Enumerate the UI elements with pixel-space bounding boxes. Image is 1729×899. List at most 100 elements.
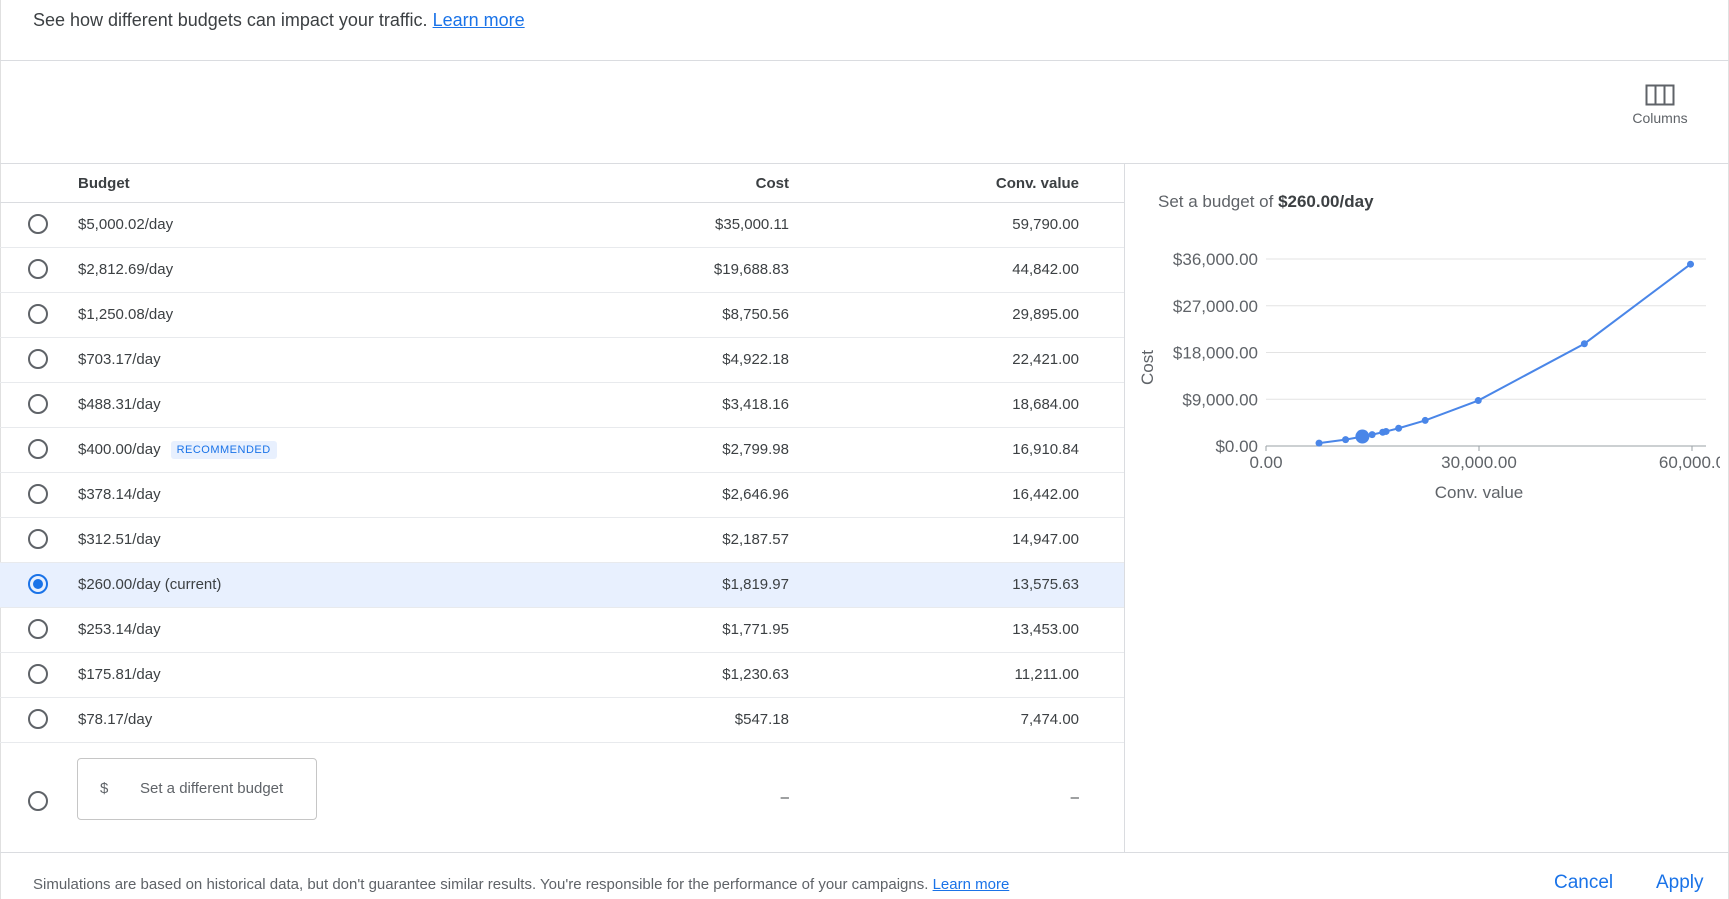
budget-value: $175.81/day — [78, 666, 161, 683]
custom-budget-placeholder: Set a different budget — [140, 780, 284, 797]
series-line — [1318, 263, 1692, 445]
custom-cost: – — [780, 789, 789, 806]
x-tick-label: 60,000.0 — [1659, 453, 1720, 472]
columns-icon — [1645, 84, 1675, 106]
cost-cell: $2,646.96 — [722, 486, 789, 503]
table-row[interactable]: $260.00/day (current) $1,819.97 13,575.63 — [0, 563, 1124, 608]
table-row[interactable]: $488.31/day $3,418.16 18,684.00 — [0, 383, 1124, 428]
conv-value-cell: 14,947.00 — [1012, 531, 1079, 548]
budget-radio[interactable] — [28, 304, 48, 324]
budget-radio[interactable] — [28, 214, 48, 234]
cost-cell: $1,771.95 — [722, 621, 789, 638]
conv-value-cell: 13,453.00 — [1012, 621, 1079, 638]
y-axis-label: Cost — [1138, 350, 1157, 385]
chart-title-value: $260.00/day — [1278, 192, 1374, 211]
conv-value-cell: 7,474.00 — [1020, 711, 1079, 728]
data-point — [1368, 431, 1376, 439]
budget-value: $400.00/day — [78, 441, 161, 458]
budget-radio[interactable] — [28, 439, 48, 459]
conv-value-cell: 11,211.00 — [1014, 666, 1079, 683]
table-row[interactable]: $400.00/day RECOMMENDED $2,799.98 16,910.84 — [0, 428, 1124, 473]
x-tick-label: 30,000.00 — [1441, 453, 1517, 472]
x-axis-label: Conv. value — [1435, 483, 1524, 502]
budget-value: $378.14/day — [78, 486, 161, 503]
budget-cell: $703.17/day — [78, 351, 161, 368]
conv-value-cell: 44,842.00 — [1012, 261, 1079, 278]
header-conv-value: Conv. value — [995, 175, 1079, 192]
recommended-badge: RECOMMENDED — [170, 441, 277, 459]
cancel-button[interactable]: Cancel — [1554, 872, 1613, 894]
table-row[interactable]: $5,000.02/day $35,000.11 59,790.00 — [0, 203, 1124, 248]
budget-table: Budget Cost Conv. value $5,000.02/day $35… — [0, 164, 1124, 860]
y-tick-label: $18,000.00 — [1173, 344, 1258, 363]
budget-radio[interactable] — [28, 529, 48, 549]
footer-learn-more-link[interactable]: Learn more — [933, 876, 1010, 893]
budget-radio[interactable] — [28, 664, 48, 684]
header-cost: Cost — [755, 175, 789, 192]
currency-symbol: $ — [100, 780, 109, 797]
intro-text: See how different budgets can impact you… — [33, 8, 525, 32]
apply-button[interactable]: Apply — [1656, 872, 1704, 894]
budget-cell: $260.00/day (current) — [78, 576, 221, 593]
columns-label: Columns — [1632, 110, 1688, 126]
budget-radio[interactable] — [28, 394, 48, 414]
data-point — [1580, 340, 1588, 348]
budget-radio[interactable] — [28, 349, 48, 369]
custom-budget-radio[interactable] — [28, 791, 48, 811]
table-row[interactable]: $2,812.69/day $19,688.83 44,842.00 — [0, 248, 1124, 293]
disclaimer-text: Simulations are based on historical data… — [33, 876, 929, 893]
table-row[interactable]: $253.14/day $1,771.95 13,453.00 — [0, 608, 1124, 653]
budget-radio[interactable] — [28, 574, 48, 594]
budget-cell: $253.14/day — [78, 621, 161, 638]
conv-value-cell: 16,442.00 — [1012, 486, 1079, 503]
cost-cell: $1,819.97 — [722, 576, 789, 593]
table-row[interactable]: $703.17/day $4,922.18 22,421.00 — [0, 338, 1124, 383]
budget-value: $488.31/day — [78, 396, 161, 413]
columns-button[interactable]: Columns — [1615, 84, 1705, 128]
cost-cell: $4,922.18 — [722, 351, 789, 368]
table-body: $5,000.02/day $35,000.11 59,790.00 $2,812.6… — [0, 203, 1124, 743]
data-point — [1687, 260, 1695, 268]
table-header: Budget Cost Conv. value — [0, 164, 1124, 203]
footer-disclaimer: Simulations are based on historical data… — [33, 876, 1009, 893]
table-row[interactable]: $312.51/day $2,187.57 14,947.00 — [0, 518, 1124, 563]
conv-value-cell: 13,575.63 — [1012, 576, 1079, 593]
budget-cell: $378.14/day — [78, 486, 161, 503]
budget-radio[interactable] — [28, 484, 48, 504]
budget-cell: $175.81/day — [78, 666, 161, 683]
budget-value: $78.17/day — [78, 711, 153, 728]
budget-radio[interactable] — [28, 709, 48, 729]
budget-value: $2,812.69/day — [78, 261, 174, 278]
budget-cell: $5,000.02/day — [78, 216, 173, 233]
chart-title-prefix: Set a budget of — [1158, 192, 1274, 211]
custom-budget-input[interactable]: $ Set a different budget — [77, 758, 317, 820]
conv-value-cell: 18,684.00 — [1012, 396, 1079, 413]
intro-message: See how different budgets can impact you… — [33, 10, 428, 30]
table-row[interactable]: $78.17/day $547.18 7,474.00 — [0, 698, 1124, 743]
chart-title: Set a budget of $260.00/day — [1158, 192, 1374, 212]
budget-cell: $78.17/day — [78, 711, 152, 728]
current-budget-point — [1355, 429, 1370, 444]
cost-cell: $547.18 — [734, 711, 789, 728]
budget-radio[interactable] — [28, 619, 48, 639]
cost-cell: $3,418.16 — [722, 396, 789, 413]
divider — [0, 852, 1729, 853]
table-row[interactable]: $378.14/day $2,646.96 16,442.00 — [0, 473, 1124, 518]
data-point — [1342, 436, 1350, 444]
budget-value: $260.00/day (current) — [78, 576, 222, 593]
budget-cell: $1,250.08/day — [78, 306, 173, 323]
data-point — [1474, 397, 1482, 405]
budget-cell: $400.00/day RECOMMENDED — [78, 441, 277, 459]
data-point — [1382, 427, 1390, 435]
budget-cell: $312.51/day — [78, 531, 161, 548]
table-row[interactable]: $175.81/day $1,230.63 11,211.00 — [0, 653, 1124, 698]
table-row[interactable]: $1,250.08/day $8,750.56 29,895.00 — [0, 293, 1124, 338]
divider — [0, 60, 1729, 61]
budget-value: $312.51/day — [78, 531, 161, 548]
cost-cell: $2,187.57 — [722, 531, 789, 548]
conv-value-cell: 22,421.00 — [1012, 351, 1079, 368]
budget-value: $703.17/day — [78, 351, 161, 368]
learn-more-link[interactable]: Learn more — [433, 10, 525, 30]
panel-divider — [1124, 164, 1125, 852]
budget-radio[interactable] — [28, 259, 48, 279]
